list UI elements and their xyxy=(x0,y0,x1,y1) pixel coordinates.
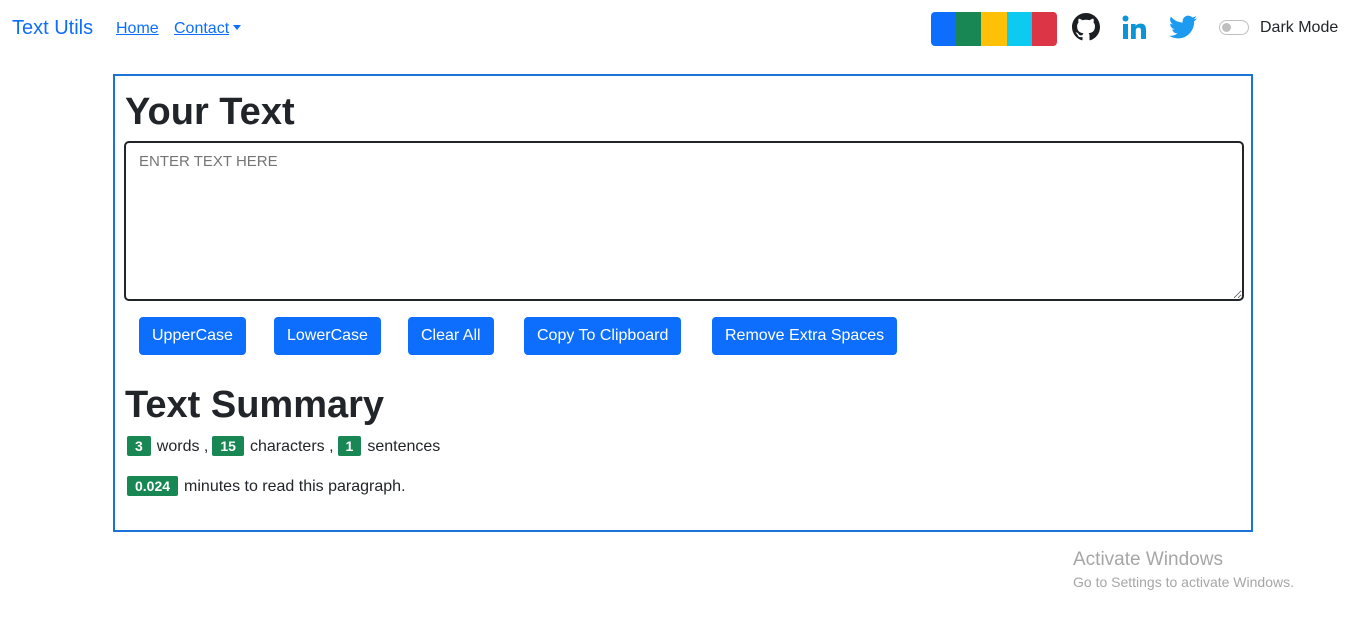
summary-heading: Text Summary xyxy=(125,384,385,426)
nav-contact-label: Contact xyxy=(174,20,230,37)
clear-all-button[interactable]: Clear All xyxy=(408,317,494,355)
theme-swatch-cyan[interactable] xyxy=(1006,12,1032,46)
text-stats: 3 words , 15 characters , 1 sentences xyxy=(127,436,444,456)
caret-down-icon xyxy=(233,25,242,30)
activate-windows-subtitle: Go to Settings to activate Windows. xyxy=(1073,574,1294,590)
page-title: Your Text xyxy=(125,91,295,133)
theme-swatch-blue[interactable] xyxy=(931,12,957,46)
reading-time-badge: 0.024 xyxy=(127,476,179,496)
sentences-label: sentences xyxy=(367,438,441,455)
character-count-badge: 15 xyxy=(212,436,244,456)
theme-swatch-yellow[interactable] xyxy=(981,12,1007,46)
theme-color-swatches xyxy=(931,12,1057,46)
brand-link[interactable]: Text Utils xyxy=(12,17,93,40)
text-input[interactable] xyxy=(124,141,1244,301)
navbar: Text Utils Home Contact Dark Mode xyxy=(0,0,1366,58)
sentence-count-badge: 1 xyxy=(337,436,362,456)
words-label: words , xyxy=(156,438,209,455)
characters-label: characters , xyxy=(249,438,334,455)
remove-extra-spaces-button[interactable]: Remove Extra Spaces xyxy=(712,317,898,355)
nav-contact-dropdown[interactable]: Contact xyxy=(174,20,242,38)
word-count-badge: 3 xyxy=(127,436,151,456)
uppercase-button[interactable]: UpperCase xyxy=(139,317,246,355)
theme-swatch-red[interactable] xyxy=(1031,12,1057,46)
activate-windows-title: Activate Windows xyxy=(1073,549,1223,570)
twitter-icon[interactable] xyxy=(1169,13,1197,41)
copy-to-clipboard-button[interactable]: Copy To Clipboard xyxy=(524,317,682,355)
github-icon[interactable] xyxy=(1072,13,1100,41)
reading-time: 0.024 minutes to read this paragraph. xyxy=(127,476,410,496)
theme-swatch-green[interactable] xyxy=(956,12,982,46)
text-form-card: Your Text UpperCase LowerCase Clear All … xyxy=(113,74,1253,532)
dark-mode-toggle[interactable] xyxy=(1219,20,1249,35)
reading-time-label: minutes to read this paragraph. xyxy=(184,478,406,495)
dark-mode-label: Dark Mode xyxy=(1260,19,1339,36)
linkedin-icon[interactable] xyxy=(1121,14,1149,42)
nav-home-link[interactable]: Home xyxy=(116,20,159,38)
toggle-knob xyxy=(1222,23,1231,32)
lowercase-button[interactable]: LowerCase xyxy=(274,317,381,355)
